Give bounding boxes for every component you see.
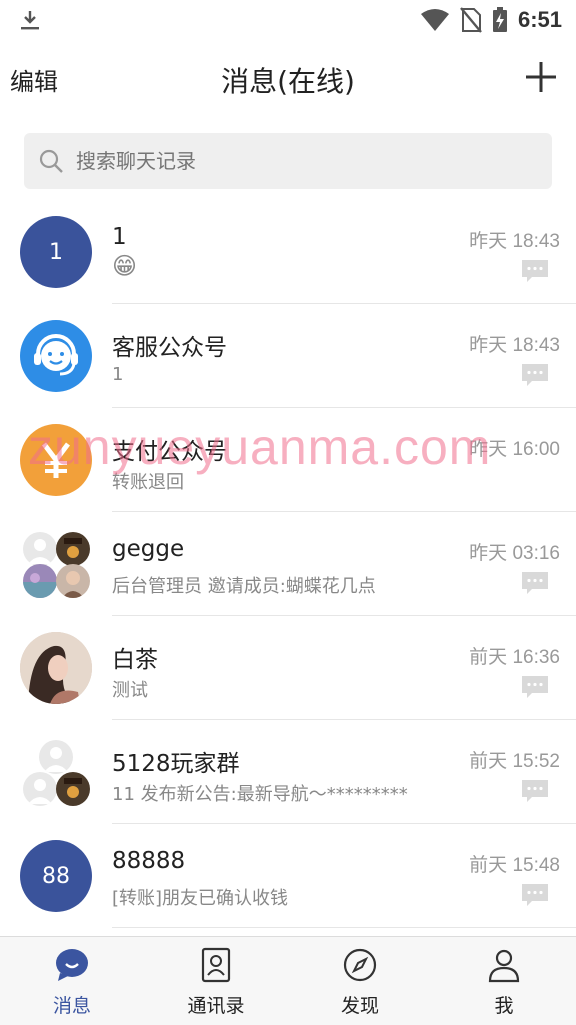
chat-preview: 后台管理员 邀请成员:蝴蝶花几点 (112, 576, 376, 597)
divider (112, 927, 576, 928)
chat-item[interactable]: 白茶 测试 前天 16:36 (0, 616, 576, 720)
status-time: 6:51 (517, 7, 562, 32)
group-avatar (20, 736, 92, 808)
chat-time: 昨天 18:43 (469, 231, 560, 252)
chat-item[interactable]: 客服公众号 1 昨天 18:43 (0, 304, 576, 408)
chat-name: 白茶 (112, 647, 158, 673)
chat-time: 前天 16:36 (469, 647, 560, 668)
chat-preview: 😁 (112, 252, 138, 280)
member-avatar (56, 532, 90, 566)
chat-item[interactable]: gegge 后台管理员 邀请成员:蝴蝶花几点 昨天 03:16 (0, 512, 576, 616)
search-input[interactable] (76, 133, 536, 189)
tab-contacts[interactable]: 通讯录 (144, 937, 288, 1025)
avatar: 88 (20, 840, 92, 912)
tab-label: 消息 (52, 995, 91, 1017)
battery-charging-icon (492, 7, 507, 32)
chat-item[interactable]: 支付公众号 转账退回 昨天 16:00 (0, 408, 576, 512)
chat-name: 客服公众号 (112, 335, 227, 361)
headset-face-icon (34, 334, 78, 376)
user-photo (20, 632, 92, 704)
status-bar: 6:51 (0, 0, 576, 40)
avatar (20, 424, 92, 496)
avatar: 1 (20, 216, 92, 288)
contacts-icon (201, 947, 231, 983)
message-bubble-icon (522, 780, 548, 802)
chat-time: 昨天 16:00 (469, 439, 560, 460)
chat-preview: 1 (112, 364, 124, 385)
member-avatar (39, 740, 73, 774)
chat-name: 5128玩家群 (112, 751, 240, 777)
chat-preview: [转账]朋友已确认收钱 (112, 888, 289, 909)
chat-item[interactable]: 1 1 😁 昨天 18:43 (0, 200, 576, 304)
chat-name: 1 (112, 224, 127, 250)
avatar (20, 632, 92, 704)
member-avatar (23, 532, 57, 566)
chat-preview: 11 发布新公告:最新导航～********* (112, 784, 408, 805)
member-avatar (56, 564, 90, 598)
plus-icon[interactable] (524, 60, 558, 94)
wifi-icon (420, 9, 449, 31)
tab-messages[interactable]: 消息 (0, 937, 144, 1025)
title-bar: 编辑 消息(在线) (0, 46, 576, 110)
chat-time: 前天 15:48 (469, 855, 560, 876)
compass-icon (343, 948, 377, 982)
download-icon (21, 11, 39, 30)
chat-name: 支付公众号 (112, 439, 227, 465)
chat-item[interactable]: 5128玩家群 11 发布新公告:最新导航～********* 前天 15:52 (0, 720, 576, 824)
search-bar[interactable] (24, 133, 552, 189)
chat-name: 88888 (112, 848, 186, 874)
chat-preview: 测试 (112, 680, 148, 701)
bottom-nav: 消息 通讯录 发现 我 (0, 936, 576, 1025)
tab-label: 通讯录 (187, 995, 245, 1017)
page-title: 消息(在线) (221, 65, 355, 98)
message-bubble-icon (522, 572, 548, 594)
tab-me[interactable]: 我 (432, 937, 576, 1025)
person-icon (488, 949, 520, 983)
member-avatar (23, 564, 57, 598)
chat-time: 昨天 18:43 (469, 335, 560, 356)
avatar-text: 88 (42, 863, 70, 889)
chat-item[interactable]: 88 88888 [转账]朋友已确认收钱 前天 15:48 (0, 824, 576, 928)
member-avatar (56, 772, 90, 806)
tab-label: 发现 (340, 995, 379, 1017)
avatar-text: 1 (49, 239, 63, 265)
tab-discover[interactable]: 发现 (288, 937, 432, 1025)
tab-label: 我 (494, 995, 514, 1017)
message-bubble-icon (522, 364, 548, 386)
message-bubble-icon (522, 676, 548, 698)
chat-bubble-icon (56, 949, 88, 981)
member-avatar (23, 772, 57, 806)
search-icon (39, 149, 63, 173)
message-bubble-icon (522, 260, 548, 282)
yen-icon (42, 442, 70, 478)
no-sim-icon (460, 7, 482, 33)
message-bubble-icon (522, 884, 548, 906)
avatar (20, 320, 92, 392)
chat-time: 前天 15:52 (469, 751, 560, 772)
chat-time: 昨天 03:16 (469, 543, 560, 564)
group-avatar (20, 528, 92, 600)
chat-name: gegge (112, 536, 185, 562)
chat-preview: 转账退回 (112, 472, 184, 493)
